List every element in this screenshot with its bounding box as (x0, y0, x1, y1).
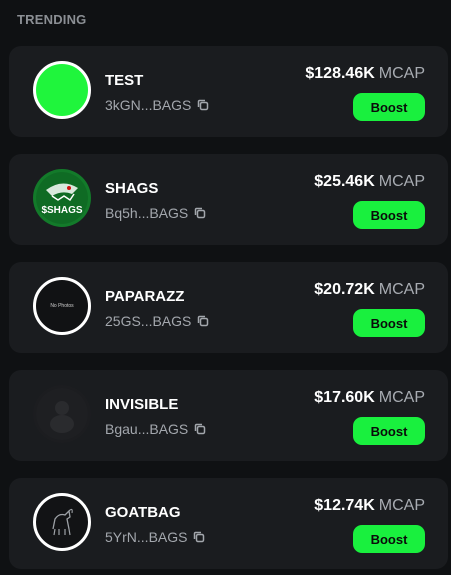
token-address-row: 25GS...BAGS (105, 313, 209, 329)
token-address-row: 3kGN...BAGS (105, 97, 209, 113)
copy-icon[interactable] (193, 531, 205, 543)
market-cap: $25.46K MCAP (314, 173, 425, 191)
market-cap: $128.46K MCAP (305, 65, 425, 83)
token-card-paparazz[interactable]: No Photos PAPARAZZ 25GS...BAGS $20.72K MC… (9, 262, 448, 353)
token-avatar (33, 385, 91, 443)
section-title: TRENDING (17, 12, 87, 27)
market-cap-value: $12.74K (314, 497, 375, 514)
token-card-invisible[interactable]: INVISIBLE Bgau...BAGS $17.60K MCAP Boost (9, 370, 448, 461)
token-address: Bq5h...BAGS (105, 205, 189, 221)
avatar-text: No Photos (50, 303, 74, 309)
market-cap: $12.74K MCAP (314, 497, 425, 515)
token-address-row: Bq5h...BAGS (105, 205, 206, 221)
token-name: INVISIBLE (105, 396, 179, 413)
market-cap-value: $128.46K (305, 65, 375, 82)
goat-sketch-icon (52, 508, 73, 536)
token-avatar (33, 61, 91, 119)
token-name: SHAGS (105, 180, 159, 197)
token-address: Bgau...BAGS (105, 421, 189, 437)
market-cap-unit: MCAP (378, 389, 425, 406)
boost-button[interactable]: Boost (353, 417, 425, 445)
token-avatar: No Photos (33, 277, 91, 335)
boost-button[interactable]: Boost (353, 309, 425, 337)
shark-logo-icon: $SHAGS (36, 172, 88, 224)
shadow-figure-icon (36, 388, 88, 440)
market-cap: $20.72K MCAP (314, 281, 425, 299)
token-card-test[interactable]: TEST 3kGN...BAGS $128.46K MCAP Boost (9, 46, 448, 137)
token-name: GOATBAG (105, 504, 181, 521)
market-cap-unit: MCAP (378, 65, 425, 82)
avatar-text: $SHAGS (41, 205, 82, 216)
token-avatar (33, 493, 91, 551)
boost-button[interactable]: Boost (353, 525, 425, 553)
boost-button[interactable]: Boost (353, 93, 425, 121)
copy-icon[interactable] (194, 207, 206, 219)
token-card-goatbag[interactable]: GOATBAG 5YrN...BAGS $12.74K MCAP Boost (9, 478, 448, 569)
token-address: 25GS...BAGS (105, 313, 192, 329)
token-address-row: Bgau...BAGS (105, 421, 206, 437)
token-name: TEST (105, 72, 144, 89)
market-cap-value: $25.46K (314, 173, 375, 190)
token-address: 5YrN...BAGS (105, 529, 188, 545)
boost-button[interactable]: Boost (353, 201, 425, 229)
copy-icon[interactable] (197, 99, 209, 111)
copy-icon[interactable] (197, 315, 209, 327)
market-cap-unit: MCAP (378, 497, 425, 514)
market-cap: $17.60K MCAP (314, 389, 425, 407)
token-address-row: 5YrN...BAGS (105, 529, 205, 545)
token-avatar: $SHAGS (33, 169, 91, 227)
copy-icon[interactable] (194, 423, 206, 435)
market-cap-value: $17.60K (314, 389, 375, 406)
market-cap-value: $20.72K (314, 281, 375, 298)
token-address: 3kGN...BAGS (105, 97, 192, 113)
market-cap-unit: MCAP (378, 173, 425, 190)
token-name: PAPARAZZ (105, 288, 185, 305)
market-cap-unit: MCAP (378, 281, 425, 298)
token-card-shags[interactable]: $SHAGS SHAGS Bq5h...BAGS $25.46K MCAP Boo… (9, 154, 448, 245)
